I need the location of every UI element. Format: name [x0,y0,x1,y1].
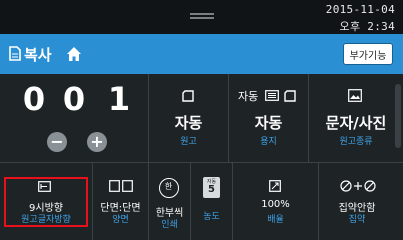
paper-value: 자동 [254,114,283,132]
zoom-label: 배율 [267,215,284,225]
panel-scrollbar[interactable] [395,84,401,148]
original-type-label: 원고종류 [339,137,373,147]
paper-label: 용지 [260,137,277,147]
home-icon[interactable] [66,46,82,62]
increase-count-button[interactable]: + [87,132,107,152]
copy-screen: 2015-11-04 오후 2:34 복사 부가기능 0 0 1 − + 자동 … [0,0,403,240]
zoom-value: 100% [261,199,290,210]
paper-auto-label: 자동 [238,90,259,103]
duplex-icon [109,180,133,192]
count-digit: 0 [62,80,86,118]
status-date: 2015-11-04 [325,3,395,16]
original-type-value: 문자/사진 [325,114,387,132]
copy-document-icon [9,46,21,61]
extra-functions-button[interactable]: 부가기능 [343,43,393,65]
combine-label: 집약 [348,215,366,225]
density-label: 농도 [203,212,220,222]
decrease-count-button[interactable]: − [47,132,67,152]
image-icon [348,89,362,102]
density-level: 5 [208,184,215,195]
original-size-value: 자동 [174,114,203,132]
paper-tray-icon [265,90,279,101]
zoom-icon [269,180,281,192]
collate-icon: 한 [159,178,179,198]
count-digit: 0 [22,80,46,118]
paper-icon [284,90,296,102]
drag-handle-icon[interactable] [190,13,214,19]
original-icon [182,90,194,102]
page-title: 복사 [24,46,52,64]
original-size-label: 원고 [180,137,197,147]
count-digit: 1 [107,80,131,118]
duplex-label: 양면 [112,215,129,225]
status-time: 오후 2:34 [339,20,395,33]
density-icon: 자동 5 [203,177,220,198]
combine-icon [340,180,376,192]
app-header: 복사 부가기능 [0,34,403,74]
status-bar: 2015-11-04 오후 2:34 [0,0,403,34]
highlight-box [4,177,88,227]
collate-badge: 한 [164,182,173,191]
collate-label: 인쇄 [161,220,178,230]
